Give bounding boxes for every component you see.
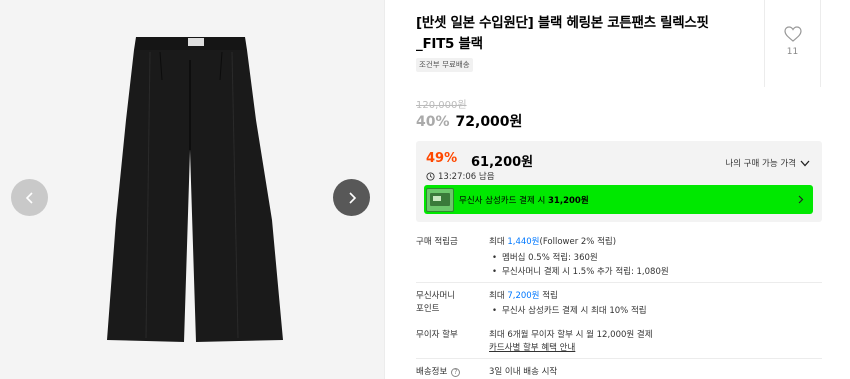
my-price-label: 나의 구매 가능 가격: [725, 159, 796, 169]
original-price: 120,000원: [416, 100, 467, 111]
next-image-button[interactable]: [333, 179, 370, 216]
points-value: 최대 1,440원(Follower 2% 적립): [489, 237, 617, 247]
free-shipping-tag: 조건부 무료배송: [416, 58, 473, 72]
credit-card-icon: [426, 187, 454, 212]
product-image-gallery: [0, 0, 384, 379]
installment-link[interactable]: 카드사별 할부 혜택 안내: [489, 342, 575, 355]
timer-text: 13:27:06 남음: [438, 172, 495, 182]
points-bullet-membership: 멤버십 0.5% 적립: 360원: [492, 252, 598, 265]
chevron-down-icon: [800, 160, 810, 166]
like-count: 11: [786, 47, 799, 57]
section-divider: [416, 282, 822, 283]
points-label: 구매 적립금: [416, 237, 458, 247]
help-icon[interactable]: ?: [451, 368, 461, 377]
like-button[interactable]: 11: [764, 0, 821, 87]
section-divider: [416, 358, 822, 359]
musinsa-points-value: 최대 7,200원 적립: [489, 291, 558, 301]
chevron-left-icon: [25, 191, 33, 204]
member-price-box: 49% 61,200원 나의 구매 가능 가격 13:27:06 남음 무신사 …: [416, 141, 822, 222]
installment-label: 무이자 할부: [416, 330, 458, 340]
installment-value: 최대 6개월 무이자 할부 시 월 12,000원 결제: [489, 330, 653, 340]
samsung-card-banner[interactable]: 무신사 삼성카드 결제 시 31,200원: [424, 185, 813, 214]
prev-image-button[interactable]: [11, 179, 48, 216]
clock-icon: [426, 171, 435, 181]
sale-price-row: 40% 72,000원: [416, 111, 522, 131]
sale-price: 72,000원: [455, 114, 523, 130]
discount-rate: 40%: [416, 114, 450, 130]
heart-icon: [783, 26, 802, 42]
shipping-value: 3일 이내 배송 시작: [489, 367, 558, 377]
musinsa-points-label: 무신사머니 포인트: [416, 291, 456, 314]
countdown-timer: 13:27:06 남음: [426, 170, 495, 182]
musinsa-points-bullet: 무신사 삼성카드 결제 시 최대 10% 적립: [492, 305, 647, 318]
member-discount-rate: 49%: [426, 151, 458, 166]
product-image-pants: [107, 37, 283, 342]
shipping-label: 배송정보?: [416, 366, 461, 379]
chevron-right-icon: [348, 191, 356, 204]
card-banner-text: 무신사 삼성카드 결제 시 31,200원: [459, 195, 589, 206]
member-price: 61,200원: [471, 155, 534, 170]
panel-divider: [384, 0, 385, 379]
my-price-toggle[interactable]: 나의 구매 가능 가격: [725, 157, 810, 169]
points-bullet-money: 무신사머니 결제 시 1.5% 추가 적립: 1,080원: [492, 266, 669, 279]
product-title: [반셋 일본 수입원단] 블랙 헤링본 코튼팬츠 릴렉스핏_FIT5 블랙: [416, 15, 709, 52]
chevron-right-icon: [798, 195, 804, 204]
